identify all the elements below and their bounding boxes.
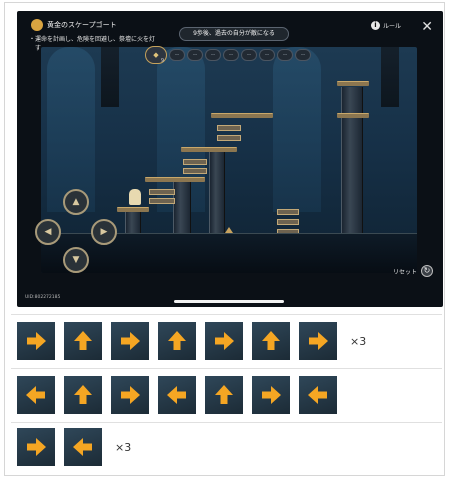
ledge (181, 147, 237, 152)
solution-row: ×3 (17, 428, 131, 466)
divider (11, 314, 442, 315)
reset-icon: ↻ (421, 265, 433, 277)
repeat-multiplier: ×3 (115, 440, 132, 454)
uid-label: UID:802272185 (25, 295, 61, 300)
arrow-right-icon (111, 322, 149, 360)
move-slot: -- (223, 49, 239, 61)
arrow-left-icon (299, 376, 337, 414)
move-slot: -- (295, 49, 311, 61)
event-emblem-icon (31, 19, 43, 31)
arrow-left-icon (17, 376, 55, 414)
move-track: ◆ 9 -- -- -- -- -- -- -- -- (145, 46, 311, 64)
arrow-up-icon (252, 322, 290, 360)
guide-frame: 黄金のスケープゴート 運命を計画し、危険を回避し、祭壇に火を灯す 9歩後、過去の… (4, 2, 445, 476)
move-slot-current: ◆ 9 (145, 46, 167, 64)
arrow-right-icon (299, 322, 337, 360)
game-title: 黄金のスケープゴート (47, 21, 117, 29)
move-slot: -- (169, 49, 185, 61)
arrow-left-icon (64, 428, 102, 466)
ledge (145, 177, 205, 182)
objective-hint: 運命を計画し、危険を回避し、祭壇に火を灯す (29, 35, 159, 53)
solution-row: ×3 (17, 322, 366, 360)
move-slot: -- (205, 49, 221, 61)
arrow-right-icon (17, 322, 55, 360)
stair-step (277, 219, 299, 225)
stair-step (149, 189, 175, 195)
background-window (273, 47, 321, 212)
background-window (47, 47, 95, 212)
rule-button[interactable]: i ルール (370, 21, 401, 30)
arrow-left-icon (158, 376, 196, 414)
ledge (337, 81, 369, 86)
stair-step (217, 125, 241, 131)
move-slot: -- (259, 49, 275, 61)
repeat-multiplier: ×3 (350, 334, 367, 348)
curtain (381, 47, 399, 107)
arrow-up-icon (158, 322, 196, 360)
move-count: 9 (160, 58, 164, 64)
arrow-right-icon (205, 322, 243, 360)
reset-button[interactable]: リセット ↻ (393, 265, 433, 277)
move-slot: -- (241, 49, 257, 61)
close-icon[interactable]: ✕ (421, 19, 433, 35)
stair-step (149, 198, 175, 204)
home-indicator (174, 300, 284, 303)
dpad-up-button[interactable]: ▲ (63, 189, 89, 215)
stair-step (183, 159, 207, 165)
dpad-right-button[interactable]: ▶ (91, 219, 117, 245)
arrow-up-icon (64, 322, 102, 360)
arrow-up-icon (64, 376, 102, 414)
divider (11, 368, 442, 369)
player-character (129, 189, 141, 205)
reset-label: リセット (392, 268, 417, 276)
ledge (211, 113, 273, 118)
dpad: ▲ ◀ ▶ ▼ (33, 189, 119, 275)
arrow-up-icon (205, 376, 243, 414)
move-slot: -- (187, 49, 203, 61)
stair-step (183, 168, 207, 174)
turn-banner: 9歩後、過去の自分が敵になる (179, 27, 289, 41)
arrow-right-icon (111, 376, 149, 414)
stair-step (277, 209, 299, 215)
game-screenshot: 黄金のスケープゴート 運命を計画し、危険を回避し、祭壇に火を灯す 9歩後、過去の… (17, 11, 443, 307)
arrow-right-icon (17, 428, 55, 466)
divider (11, 422, 442, 423)
dpad-left-button[interactable]: ◀ (35, 219, 61, 245)
move-slot: -- (277, 49, 293, 61)
solution-row (17, 376, 337, 414)
ledge (117, 207, 149, 212)
rule-label: ルール (382, 23, 401, 30)
dpad-down-button[interactable]: ▼ (63, 247, 89, 273)
arrow-right-icon (252, 376, 290, 414)
curtain (101, 47, 119, 107)
ledge (337, 113, 369, 118)
info-icon: i (370, 21, 380, 30)
game-title-bar: 黄金のスケープゴート (31, 19, 117, 31)
stair-step (217, 135, 241, 141)
